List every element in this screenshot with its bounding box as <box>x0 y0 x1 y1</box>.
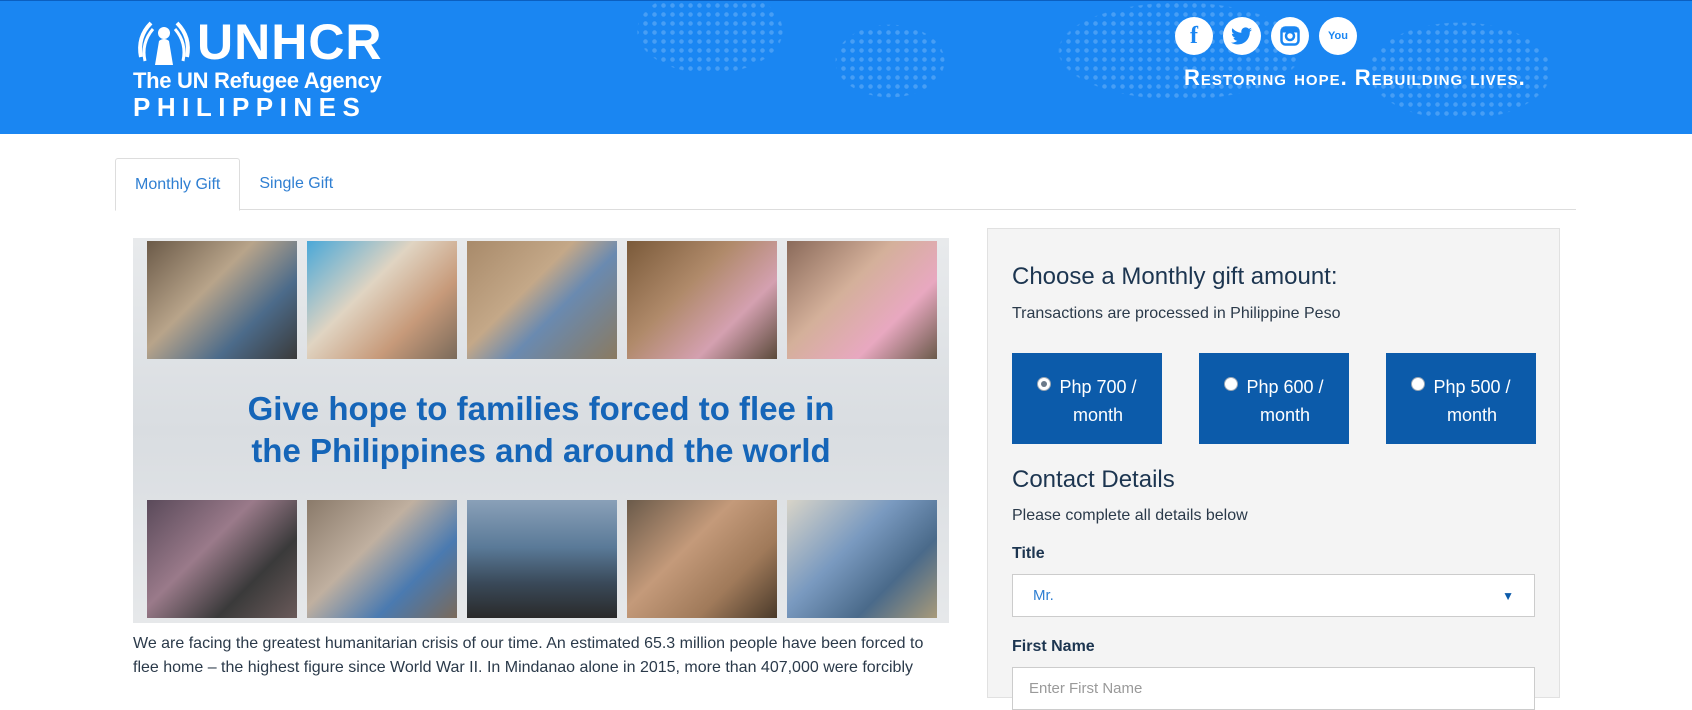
photo-boat-arrival <box>467 500 617 618</box>
campaign-banner: Give hope to families forced to flee in … <box>133 238 949 623</box>
title-select[interactable]: Mr. ▼ <box>1012 574 1535 617</box>
photo-girl-smiling <box>307 500 457 618</box>
first-name-input[interactable] <box>1012 667 1535 710</box>
donation-form-panel: Choose a Monthly gift amount: Transactio… <box>987 228 1560 710</box>
amount-radio-600[interactable] <box>1224 377 1239 391</box>
amount-option-700[interactable]: Php 700 / month <box>1012 353 1162 444</box>
amount-label-600: Php 600 / month <box>1246 377 1324 425</box>
tagline: Restoring hope. Rebuilding lives. <box>1184 65 1526 90</box>
tab-monthly-gift[interactable]: Monthly Gift <box>115 158 241 211</box>
instagram-icon[interactable] <box>1271 17 1309 55</box>
amount-radio-700[interactable] <box>1037 377 1052 391</box>
contact-details-title: Contact Details <box>1012 466 1175 493</box>
photo-aid-worker <box>147 241 297 359</box>
photo-children-group <box>627 241 777 359</box>
unhcr-emblem-icon <box>133 17 195 67</box>
amount-label-700: Php 700 / month <box>1059 377 1137 425</box>
first-name-label: First Name <box>1012 638 1095 655</box>
photo-field-workers <box>467 241 617 359</box>
amount-label-500: Php 500 / month <box>1433 377 1511 425</box>
gift-amount-title: Choose a Monthly gift amount: <box>1012 263 1338 290</box>
gift-tabs: Monthly Gift Single Gift <box>115 158 1576 211</box>
photo-volunteer-child <box>307 241 457 359</box>
intro-text: We are facing the greatest humanitarian … <box>133 635 924 676</box>
amount-options: Php 700 / month Php 600 / month Php 500 … <box>1012 353 1536 444</box>
site-header: UNHCR The UN Refugee Agency PHILIPPINES … <box>0 0 1692 134</box>
tab-single-gift[interactable]: Single Gift <box>240 158 352 210</box>
logo-country: PHILIPPINES <box>133 92 367 122</box>
currency-note: Transactions are processed in Philippine… <box>1012 305 1341 322</box>
title-label: Title <box>1012 545 1045 562</box>
twitter-icon[interactable] <box>1223 17 1261 55</box>
photo-carrying-supplies <box>787 500 937 618</box>
amount-option-600[interactable]: Php 600 / month <box>1199 353 1349 444</box>
photo-ambassador-visit <box>147 500 297 618</box>
social-links: f You <box>1175 17 1357 55</box>
facebook-icon[interactable]: f <box>1175 17 1213 55</box>
logo-main-text: UNHCR <box>197 14 383 70</box>
campaign-headline: Give hope to families forced to flee in … <box>247 390 835 469</box>
logo-subtitle: The UN Refugee Agency <box>133 68 382 93</box>
amount-radio-500[interactable] <box>1411 377 1426 391</box>
youtube-icon[interactable]: You <box>1319 17 1357 55</box>
chevron-down-icon: ▼ <box>1502 588 1514 603</box>
amount-option-500[interactable]: Php 500 / month <box>1386 353 1536 444</box>
photo-smiling-children <box>627 500 777 618</box>
unhcr-logo[interactable]: UNHCR The UN Refugee Agency PHILIPPINES <box>133 17 383 121</box>
title-select-value: Mr. <box>1033 587 1054 604</box>
contact-details-note: Please complete all details below <box>1012 507 1248 524</box>
photo-mother-baby <box>787 241 937 359</box>
